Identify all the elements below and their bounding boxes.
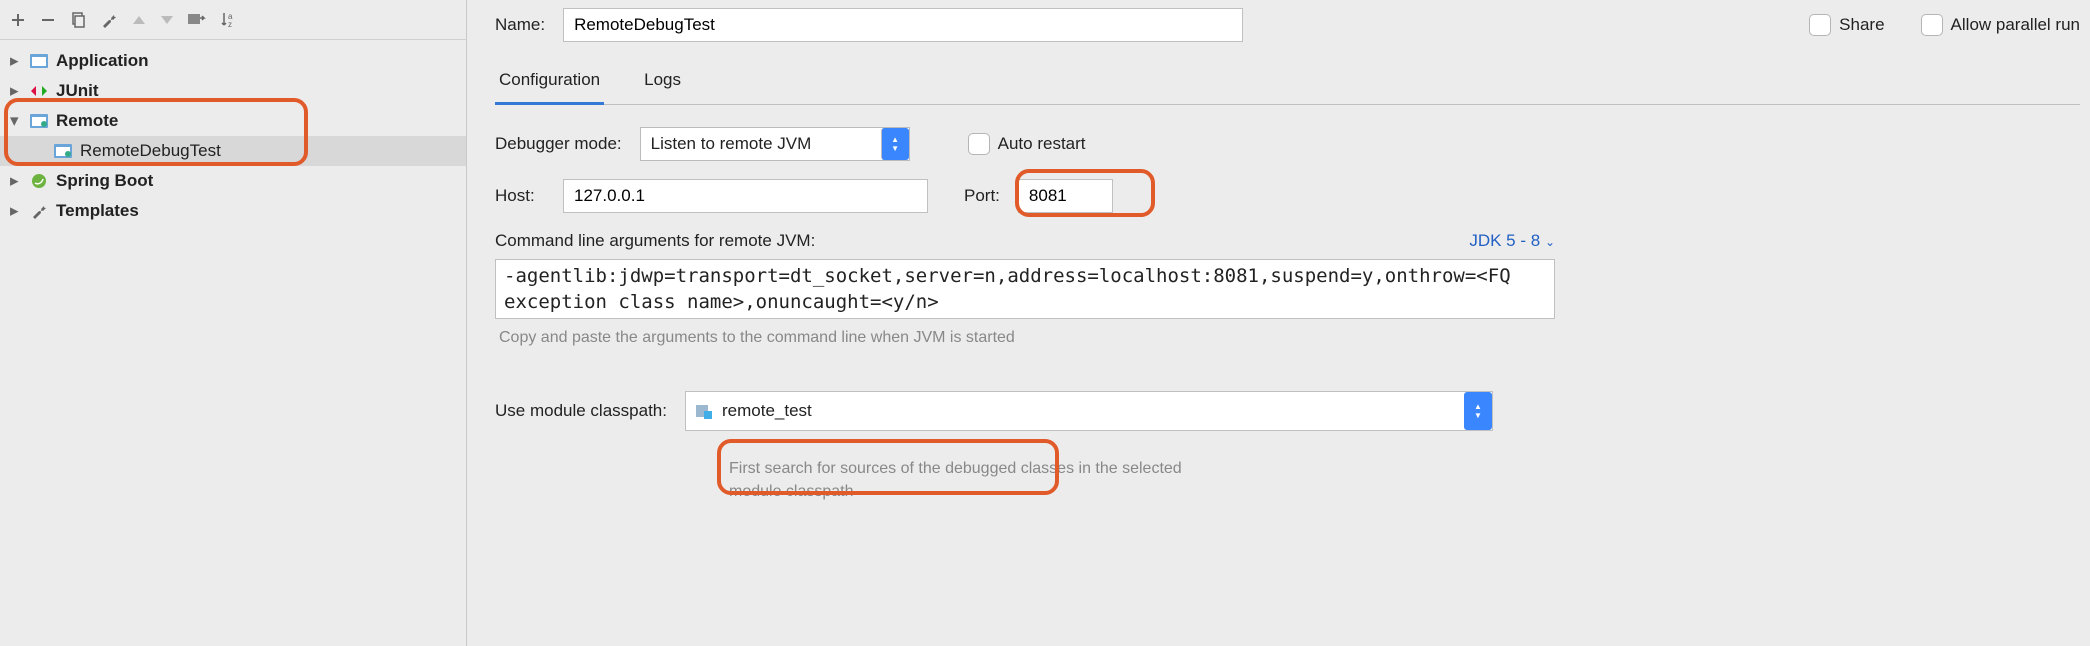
parallel-label: Allow parallel run (1951, 15, 2080, 35)
main-panel: Name: Share Allow parallel run Configura… (467, 0, 2090, 646)
module-hint: First search for sources of the debugged… (729, 457, 1229, 503)
wrench-icon[interactable] (100, 11, 118, 29)
collapse-arrow-icon: ▾ (10, 111, 22, 131)
templates-wrench-icon (28, 202, 50, 220)
tabs: Configuration Logs (495, 60, 2080, 105)
tab-configuration[interactable]: Configuration (495, 60, 604, 105)
chevron-down-icon: ⌄ (1545, 235, 1555, 249)
tree-label: JUnit (56, 81, 99, 101)
cmd-hint: Copy and paste the arguments to the comm… (499, 329, 2080, 347)
module-icon (696, 403, 714, 419)
add-icon[interactable] (10, 12, 26, 28)
tree-item-templates[interactable]: ▸ Templates (0, 196, 466, 226)
name-row: Name: Share Allow parallel run (495, 8, 2080, 42)
move-down-icon[interactable] (160, 15, 174, 25)
tree-label: Remote (56, 111, 118, 131)
copy-icon[interactable] (70, 12, 86, 28)
remote-icon (28, 114, 50, 128)
checkbox-icon (968, 133, 990, 155)
module-classpath-select[interactable]: remote_test ▲▼ (685, 391, 1493, 431)
auto-restart-checkbox[interactable]: Auto restart (968, 133, 1086, 155)
expand-arrow-icon: ▸ (10, 81, 22, 101)
share-label: Share (1839, 15, 1884, 35)
tree-label: Templates (56, 201, 139, 221)
expand-arrow-icon: ▸ (10, 201, 22, 221)
junit-icon (28, 84, 50, 98)
tree-item-junit[interactable]: ▸ JUnit (0, 76, 466, 106)
cmd-args-textarea[interactable]: -agentlib:jdwp=transport=dt_socket,serve… (495, 259, 1555, 319)
tree-item-application[interactable]: ▸ Application (0, 46, 466, 76)
sort-icon[interactable]: az (220, 11, 238, 29)
tree-label: Spring Boot (56, 171, 153, 191)
config-tree: ▸ Application ▸ JUnit ▾ Remote RemoteDeb… (0, 40, 466, 646)
toolbar: az (0, 0, 466, 40)
tree-label: RemoteDebugTest (80, 141, 221, 161)
expand-arrow-icon: ▸ (10, 171, 22, 191)
checkbox-icon (1921, 14, 1943, 36)
sidebar: az ▸ Application ▸ JUnit ▾ Remote Remote… (0, 0, 467, 646)
checkbox-icon (1809, 14, 1831, 36)
dropdown-arrow-icon: ▲▼ (881, 128, 909, 160)
debugger-mode-label: Debugger mode: (495, 134, 622, 154)
svg-text:z: z (228, 20, 232, 29)
dropdown-arrow-icon: ▲▼ (1464, 392, 1492, 430)
name-label: Name: (495, 15, 545, 35)
app-icon (28, 54, 50, 68)
tree-label: Application (56, 51, 149, 71)
tree-item-remotedebugtest[interactable]: RemoteDebugTest (0, 136, 466, 166)
spring-icon (28, 172, 50, 190)
remote-child-icon (52, 144, 74, 158)
auto-restart-label: Auto restart (998, 134, 1086, 154)
save-config-icon[interactable] (188, 12, 206, 28)
port-input[interactable] (1018, 179, 1113, 213)
tree-item-springboot[interactable]: ▸ Spring Boot (0, 166, 466, 196)
debugger-mode-value: Listen to remote JVM (651, 134, 881, 154)
name-input[interactable] (563, 8, 1243, 42)
module-value: remote_test (722, 401, 812, 421)
module-classpath-label: Use module classpath: (495, 401, 667, 421)
jdk-version-select[interactable]: JDK 5 - 8 ⌄ (1469, 231, 1555, 251)
remove-icon[interactable] (40, 12, 56, 28)
tab-logs[interactable]: Logs (640, 60, 685, 104)
configuration-form: Debugger mode: Listen to remote JVM ▲▼ A… (495, 127, 2080, 503)
debugger-mode-select[interactable]: Listen to remote JVM ▲▼ (640, 127, 910, 161)
parallel-checkbox[interactable]: Allow parallel run (1921, 14, 2080, 36)
tree-item-remote[interactable]: ▾ Remote (0, 106, 466, 136)
port-label: Port: (964, 186, 1000, 206)
cmd-args-label: Command line arguments for remote JVM: (495, 231, 815, 251)
host-input[interactable] (563, 179, 928, 213)
move-up-icon[interactable] (132, 15, 146, 25)
expand-arrow-icon: ▸ (10, 51, 22, 71)
host-label: Host: (495, 186, 545, 206)
share-checkbox[interactable]: Share (1809, 14, 1884, 36)
